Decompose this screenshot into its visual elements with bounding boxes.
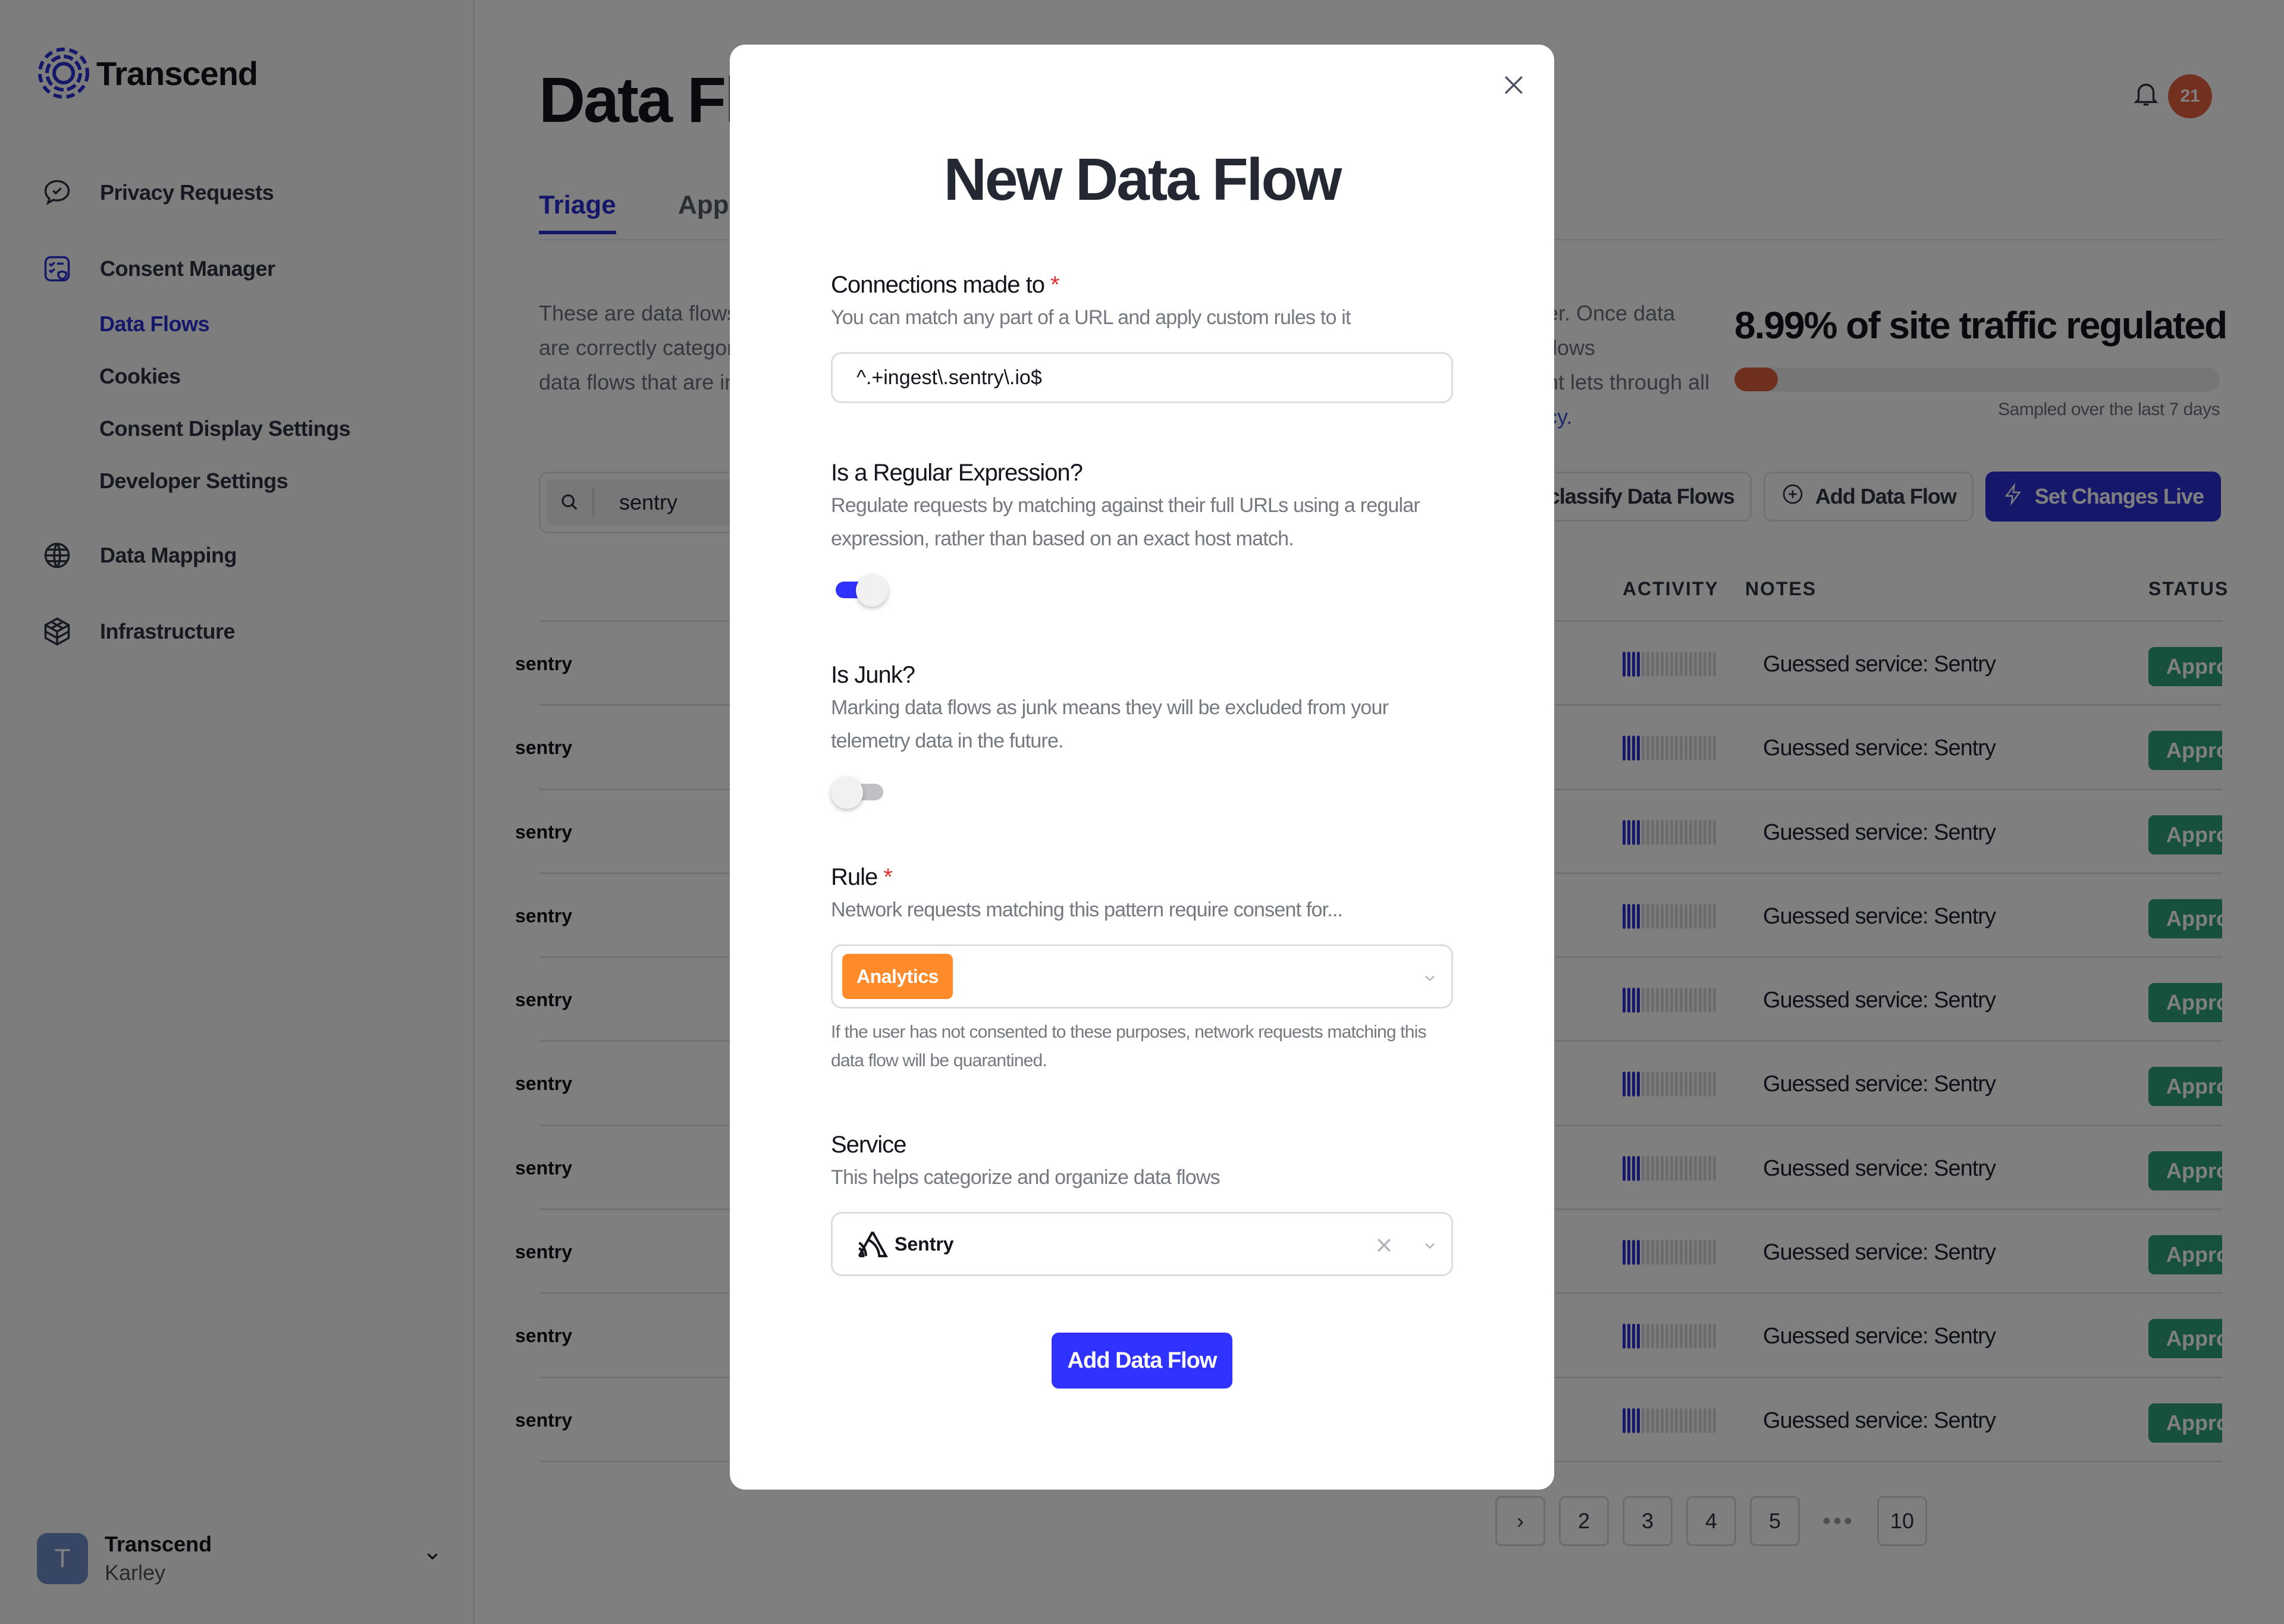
field-note: If the user has not consented to these p…: [831, 1022, 1427, 1070]
junk-toggle[interactable]: [831, 775, 888, 811]
chevron-down-icon[interactable]: [1422, 1237, 1438, 1257]
chevron-down-icon[interactable]: [1422, 970, 1438, 990]
field-help: You can match any part of a URL and appl…: [831, 306, 1351, 329]
close-icon[interactable]: [1496, 67, 1532, 103]
sentry-logo-icon: [858, 1231, 888, 1258]
service-select[interactable]: Sentry: [831, 1212, 1453, 1276]
rule-select[interactable]: Analytics: [831, 944, 1453, 1009]
field-label: Is a Regular Expression?: [831, 460, 1083, 486]
required-asterisk: *: [1050, 272, 1060, 298]
field-label: Service: [831, 1132, 906, 1158]
field-help: Regulate requests by matching against th…: [831, 494, 1420, 550]
service-value: Sentry: [895, 1233, 954, 1255]
modal-title: New Data Flow: [943, 146, 1342, 213]
add-data-flow-submit-button[interactable]: Add Data Flow: [1052, 1333, 1232, 1389]
purpose-tag-analytics[interactable]: Analytics: [842, 954, 953, 999]
connection-field: Connections made to * You can match any p…: [831, 272, 1453, 403]
field-label: Is Junk?: [831, 662, 915, 688]
rule-field: Rule * Network requests matching this pat…: [831, 864, 1453, 1075]
field-help: Marking data flows as junk means they wi…: [831, 696, 1389, 752]
field-label: Rule *: [831, 864, 893, 890]
junk-field: Is Junk? Marking data flows as junk mean…: [831, 662, 1453, 811]
regex-toggle[interactable]: [831, 573, 888, 609]
new-data-flow-modal: New Data Flow Connections made to * You c…: [730, 45, 1554, 1490]
field-label: Connections made to *: [831, 272, 1060, 298]
regex-field: Is a Regular Expression? Regulate reques…: [831, 460, 1453, 609]
required-asterisk: *: [883, 864, 893, 890]
connection-input[interactable]: ^.+ingest\.sentry\.io$: [831, 352, 1453, 403]
clear-icon[interactable]: [1374, 1235, 1394, 1258]
service-field: Service This helps categorize and organi…: [831, 1132, 1453, 1276]
field-help: This helps categorize and organize data …: [831, 1166, 1221, 1189]
field-help: Network requests matching this pattern r…: [831, 899, 1343, 921]
